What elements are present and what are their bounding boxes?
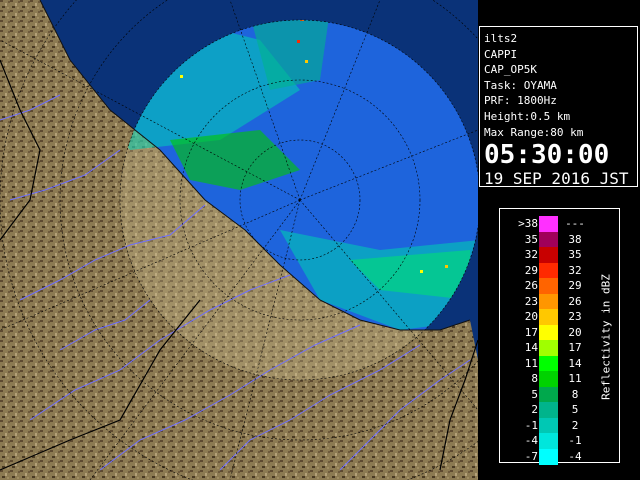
product-code: CAP_OP5K	[484, 63, 537, 77]
legend-row: 11 14	[500, 355, 595, 372]
legend-low-value: 17	[524, 325, 538, 339]
legend-low-value: 5	[531, 387, 538, 401]
legend-row: 17 20	[500, 324, 595, 341]
legend-color-swatch	[539, 247, 558, 263]
station-name: ilts2	[484, 32, 518, 45]
legend-high-value: -4	[568, 449, 582, 463]
legend-high-value: 17	[568, 341, 582, 354]
legend-low-value: 14	[524, 341, 538, 354]
legend-color-swatch	[539, 386, 558, 403]
legend-low-value: 26	[524, 279, 538, 292]
cappi-height: Height:0.5 km	[484, 109, 571, 123]
task-name: Task: OYAMA	[484, 78, 557, 92]
legend-high-value: 20	[568, 325, 582, 339]
legend-row: 32 35	[500, 247, 595, 263]
legend-color-swatch	[539, 355, 558, 372]
legend-row: -7 -4	[500, 448, 595, 465]
legend-low-value: 2	[531, 403, 538, 416]
legend-color-swatch	[539, 293, 558, 310]
max-range: Max Range:80 km	[484, 125, 584, 139]
legend-color-swatch	[539, 340, 558, 356]
observation-date: 19 SEP 2016 JST	[484, 169, 629, 189]
legend-high-value: 29	[568, 279, 582, 292]
observation-time: 05:30:00	[484, 140, 610, 171]
legend-high-value: 38	[568, 232, 582, 246]
legend-row: >38 ---	[500, 216, 595, 232]
legend-color-swatch	[539, 371, 558, 387]
legend-row: 8 11	[500, 371, 595, 387]
reflectivity-legend: >38 --- 35 38 32 35 29 32 26 29 23 26 20 23 17 20 14 17 11…	[499, 208, 620, 465]
legend-low-value: -4	[524, 434, 538, 447]
legend-row: -4 -1	[500, 433, 595, 449]
legend-color-swatch	[539, 324, 558, 341]
legend-high-value: 35	[568, 248, 582, 261]
legend-high-value: 32	[568, 263, 582, 277]
legend-row: 58	[500, 386, 595, 403]
legend-high-value: 11	[568, 372, 582, 385]
legend-color-swatch	[539, 262, 558, 279]
legend-row: 29 32	[500, 262, 595, 279]
legend-row: 25	[500, 402, 595, 418]
legend-title: Reflectivity in dBZ	[599, 274, 613, 400]
legend-row: -1 2	[500, 417, 595, 434]
legend-low-value: >38	[518, 217, 538, 230]
legend-row: 14 17	[500, 340, 595, 356]
legend-color-swatch	[539, 309, 558, 325]
info-panel: ilts2 CAPPI CAP_OP5K Task: OYAMA PRF: 18…	[479, 26, 638, 189]
legend-high-value: 5	[571, 403, 579, 416]
legend-low-value: 32	[524, 248, 538, 261]
legend-color-swatch	[539, 278, 558, 294]
legend-low-value: -7	[524, 449, 538, 463]
legend-low-value: 35	[524, 232, 538, 246]
legend-color-swatch	[539, 231, 558, 248]
legend-low-value: -1	[524, 418, 538, 432]
legend-color-swatch	[539, 433, 558, 449]
legend-color-swatch	[539, 448, 558, 465]
legend-high-value: 14	[568, 356, 582, 370]
legend-low-value: 20	[524, 310, 538, 323]
legend-color-swatch	[539, 402, 558, 418]
product-type: CAPPI	[484, 47, 518, 61]
legend-high-value: ---	[565, 217, 585, 230]
legend-row: 23 26	[500, 293, 595, 310]
legend-row: 35 38	[500, 231, 595, 248]
legend-low-value: 29	[524, 263, 538, 277]
legend-high-value: 26	[568, 294, 582, 308]
legend-low-value: 23	[524, 294, 538, 308]
legend-color-swatch	[539, 216, 558, 232]
legend-high-value: -1	[568, 434, 582, 447]
legend-high-value: 8	[571, 387, 579, 401]
legend-high-value: 23	[568, 310, 582, 323]
legend-row: 20 23	[500, 309, 595, 325]
legend-color-swatch	[539, 417, 558, 434]
legend-low-value: 8	[531, 372, 538, 385]
prf-value: PRF: 1800Hz	[484, 94, 557, 108]
legend-row: 26 29	[500, 278, 595, 294]
legend-low-value: 11	[524, 356, 538, 370]
legend-high-value: 2	[571, 418, 579, 432]
